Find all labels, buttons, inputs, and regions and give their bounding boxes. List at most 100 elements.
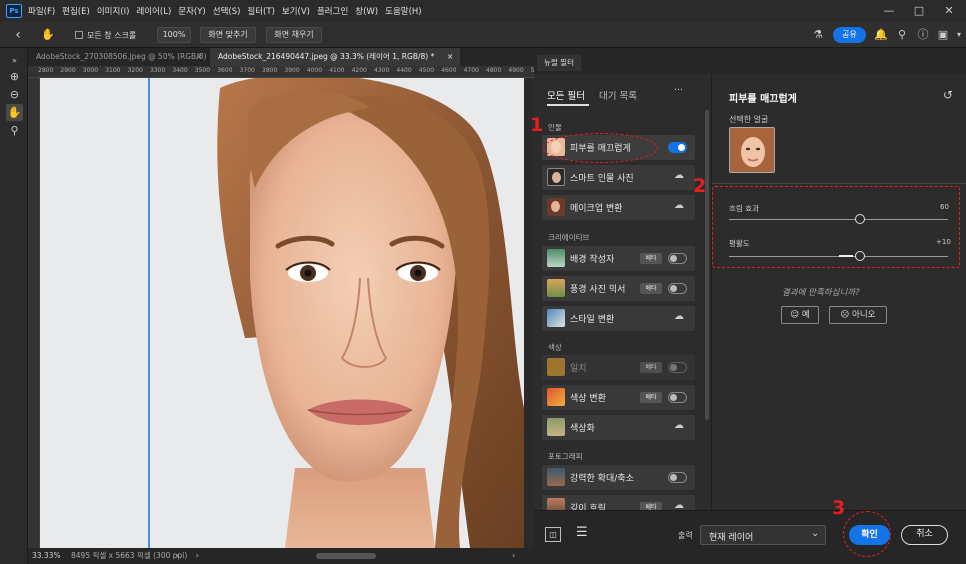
status-zoom[interactable]: 33.33% [32, 551, 61, 560]
cloud-download-icon[interactable]: ☁ [674, 311, 684, 322]
hscroll-right-icon[interactable]: › [512, 552, 515, 560]
more-options-icon[interactable]: ··· [674, 85, 683, 96]
cloud-download-icon[interactable]: ☁ [674, 420, 684, 431]
menu-filter[interactable]: 필터(T) [247, 5, 274, 17]
menu-select[interactable]: 선택(S) [213, 5, 241, 17]
hscroll-left-icon[interactable]: ‹ [176, 552, 196, 560]
flask-icon[interactable]: ⚗ [810, 27, 826, 43]
cancel-button[interactable]: 취소 [901, 525, 948, 545]
menu-layer[interactable]: 레이어(L) [136, 5, 171, 17]
annotation-circle-3 [843, 511, 891, 557]
feedback-no-label: 아니오 [852, 310, 876, 320]
neural-filters-panel-tab[interactable]: 뉴럴 필터 [537, 55, 581, 71]
zoom-in-icon[interactable]: ⊕ [6, 68, 23, 85]
super-zoom-thumb-icon [547, 468, 565, 486]
category-color: 색상 [548, 343, 562, 352]
fit-screen-button[interactable]: 화면 맞추기 [200, 27, 256, 43]
beta-badge: 베타 [640, 502, 662, 510]
menu-window[interactable]: 창(W) [355, 5, 378, 17]
menu-image[interactable]: 이미지(I) [97, 5, 130, 17]
filter-name-landscape-mixer: 풍경 사진 믹서 [570, 285, 626, 295]
filter-item-super-zoom[interactable]: 강력한 확대/축소 [542, 465, 695, 490]
annotation-number-1: 1 [530, 114, 544, 136]
panel-collapse-icon[interactable]: » [6, 52, 23, 69]
cloud-download-icon[interactable]: ☁ [674, 170, 684, 181]
layers-stack-icon[interactable]: ☰ [576, 525, 588, 540]
hand-tool-icon[interactable]: ✋ [6, 104, 23, 121]
bell-icon[interactable]: 🔔 [873, 27, 889, 43]
filter-item-landscape-mixer[interactable]: 풍경 사진 믹서 베타 [542, 276, 695, 301]
status-chevron-icon[interactable]: › [196, 551, 199, 560]
minimize-icon[interactable]: — [874, 0, 904, 22]
beta-badge: 베타 [640, 392, 662, 403]
photoshop-logo-icon: Ps [6, 4, 22, 18]
landscape-mixer-toggle[interactable] [668, 283, 687, 294]
ruler-tick-label: 3000 [82, 67, 99, 74]
reset-icon[interactable]: ↺ [943, 88, 953, 102]
zoom-out-icon[interactable]: ⊖ [6, 86, 23, 103]
ruler-tick-label: 4400 [396, 67, 412, 74]
filter-item-harmonization[interactable]: 일치 베타 [542, 355, 695, 380]
output-label: 출력 [678, 531, 693, 540]
tab-all-filters[interactable]: 모든 필터 [547, 88, 585, 102]
share-button[interactable]: 공유 [833, 27, 866, 43]
filter-name-makeup-transfer: 메이크업 변환 [570, 204, 623, 214]
color-transfer-toggle[interactable] [668, 392, 687, 403]
workspace-chevron-icon[interactable]: ▾ [951, 27, 966, 43]
annotation-number-3: 3 [832, 497, 846, 519]
workspace-icon[interactable]: ▣ [935, 27, 951, 43]
super-zoom-toggle[interactable] [668, 472, 687, 483]
style-transfer-thumb-icon [547, 309, 565, 327]
filter-item-depth-blur[interactable]: 깊이 흐림 베타 ☁ [542, 495, 695, 510]
doc-tab-2[interactable]: AdobeStock_216490447.jpeg @ 33.3% (레이어 1… [210, 48, 460, 66]
cloud-download-icon[interactable]: ☁ [674, 200, 684, 211]
doc-tab-1-close-icon[interactable]: × [196, 48, 202, 66]
feedback-yes-button[interactable]: ☺ 예 [781, 306, 819, 324]
doc-tab-2-label: AdobeStock_216490447.jpeg @ 33.3% (레이어 1… [218, 52, 435, 61]
document-tabs: AdobeStock_270308506.jpeg @ 50% (RGB/8) … [28, 48, 534, 66]
cloud-download-icon[interactable]: ☁ [674, 500, 684, 510]
zoom-100-button[interactable]: 100% [157, 27, 191, 43]
tab-waitlist[interactable]: 대기 목록 [599, 88, 637, 102]
filter-item-style-transfer[interactable]: 스타일 변환 ☁ [542, 306, 695, 331]
ruler-tick-label: 4900 [508, 67, 524, 74]
smile-icon: ☺ [790, 310, 800, 320]
output-select[interactable]: 현재 레이어 ⌄ [700, 525, 826, 545]
menu-view[interactable]: 보기(V) [282, 5, 310, 17]
filter-item-makeup-transfer[interactable]: 메이크업 변환 ☁ [542, 195, 695, 220]
scroll-all-checkbox[interactable] [75, 31, 83, 39]
back-chevron-icon[interactable]: ‹ [10, 27, 26, 43]
harmonization-toggle[interactable] [668, 362, 687, 373]
scroll-all-label: 모든 창 스크롤 [87, 31, 137, 40]
search-icon[interactable]: ⚲ [894, 27, 910, 43]
canvas-horizontal-scrollbar[interactable] [316, 553, 376, 559]
filter-item-color-transfer[interactable]: 색상 변환 베타 [542, 385, 695, 410]
doc-tab-1[interactable]: AdobeStock_270308506.jpeg @ 50% (RGB/8) … [28, 48, 210, 66]
filter-list-scrollbar[interactable] [703, 74, 711, 510]
ruler-tick-label: 3900 [284, 67, 300, 74]
menu-help[interactable]: 도움말(H) [385, 5, 421, 17]
close-window-icon[interactable]: ✕ [934, 0, 964, 22]
filter-item-colorize[interactable]: 색상화 ☁ [542, 415, 695, 440]
landscape-creator-toggle[interactable] [668, 253, 687, 264]
selected-face-thumbnail[interactable] [729, 127, 775, 173]
ruler-tick-label: 4500 [418, 67, 435, 74]
filter-item-landscape-creator[interactable]: 배경 작성자 베타 [542, 246, 695, 271]
menu-plugins[interactable]: 플러그인 [317, 5, 348, 17]
doc-tab-2-close-icon[interactable]: × [447, 48, 453, 66]
maximize-icon[interactable]: □ [904, 0, 934, 22]
help-icon[interactable]: ⓘ [915, 27, 931, 43]
menu-type[interactable]: 문자(Y) [178, 5, 205, 17]
menu-file[interactable]: 파일(F) [28, 5, 55, 17]
skin-smoothing-toggle[interactable] [668, 142, 687, 153]
preview-toggle-icon[interactable]: ◫ [545, 527, 561, 542]
feedback-no-button[interactable]: ☹ 아니오 [829, 306, 887, 324]
settings-title: 피부를 매끄럽게 [729, 94, 797, 105]
menu-edit[interactable]: 편집(E) [62, 5, 90, 17]
hand-tool-preset-icon[interactable]: ✋ [40, 27, 56, 43]
canvas-vertical-scrollbar[interactable] [524, 78, 534, 548]
filter-item-smart-portrait[interactable]: 스마트 인물 사진 ☁ [542, 165, 695, 190]
image-canvas[interactable] [40, 78, 524, 548]
fill-screen-button[interactable]: 화면 채우기 [266, 27, 322, 43]
zoom-tool-icon[interactable]: ⚲ [6, 122, 23, 139]
